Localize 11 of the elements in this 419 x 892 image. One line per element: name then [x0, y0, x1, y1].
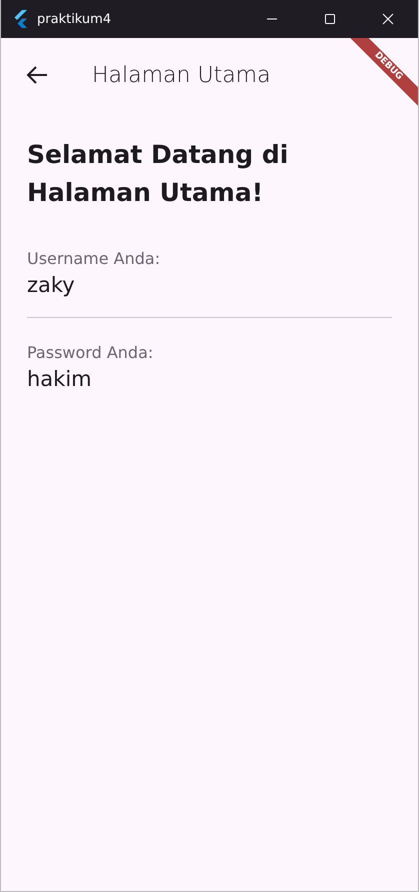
field-label: Username Anda:: [27, 248, 162, 270]
app-bar-title: Halaman Utama: [92, 62, 271, 88]
field-label: Password Anda:: [27, 342, 154, 364]
flutter-logo-icon: [13, 10, 29, 28]
maximize-icon[interactable]: [324, 13, 336, 25]
window-title: praktikum4: [37, 12, 112, 26]
close-icon[interactable]: [382, 13, 394, 25]
welcome-heading: Selamat Datang di Halaman Utama!: [27, 139, 290, 209]
field-value: zaky: [27, 272, 76, 299]
field-value: hakim: [27, 366, 93, 393]
back-arrow-icon[interactable]: [26, 66, 48, 84]
